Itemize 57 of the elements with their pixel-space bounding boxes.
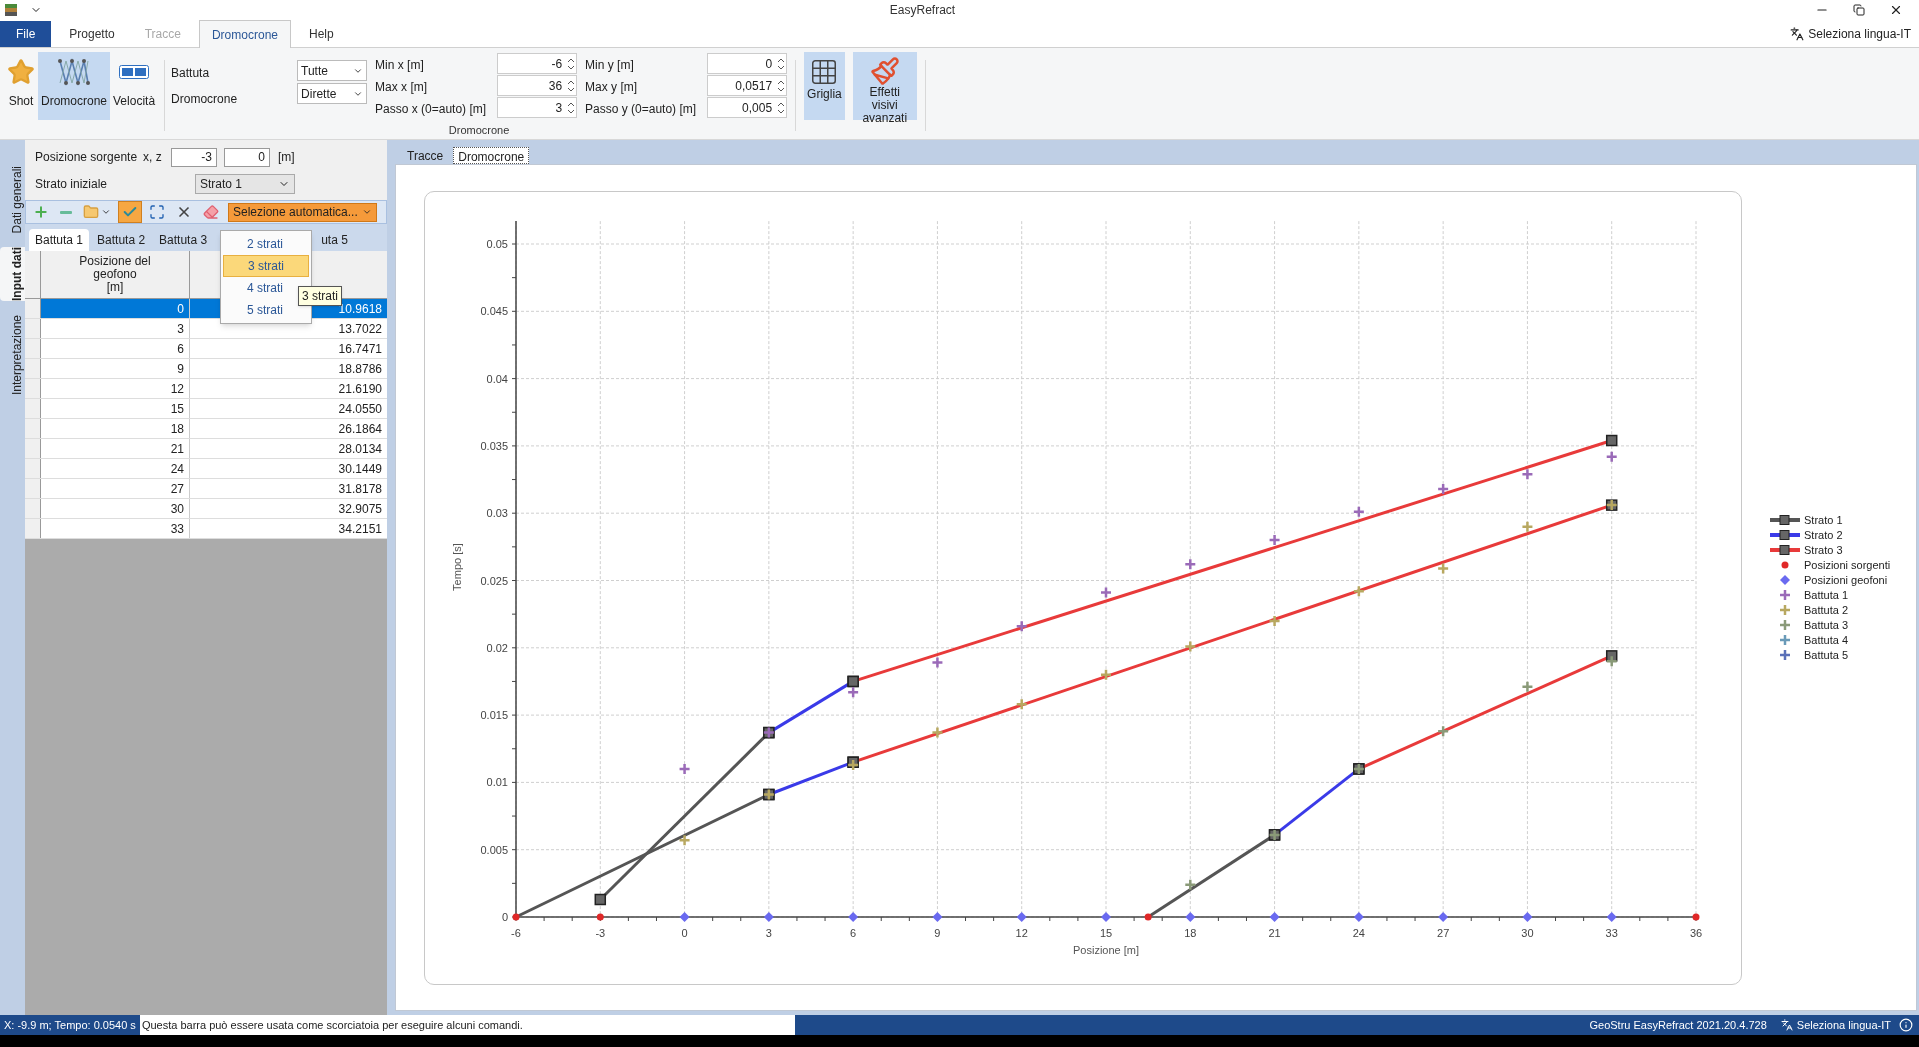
x-tick-label: -6 <box>511 926 521 939</box>
x-tick-label: 33 <box>1605 926 1618 939</box>
legend-label: Battuta 3 <box>1804 617 1849 633</box>
field-label: Max y [m] <box>585 79 639 96</box>
x-tick-label: 3 <box>765 926 772 939</box>
x-tick-label: 30 <box>1521 926 1534 939</box>
y-tick-label: 0.015 <box>480 708 508 721</box>
column-header: Posizione del geofono [m] <box>41 251 190 298</box>
field-label: Max x [m] <box>375 79 429 96</box>
legend-label: Strato 2 <box>1804 527 1843 543</box>
x-tick-label: 6 <box>850 926 857 939</box>
y-axis-title: Tempo [s] <box>451 542 463 591</box>
y-tick-label: 0.005 <box>480 843 508 856</box>
x-tick-label: 24 <box>1352 926 1365 939</box>
y-tick-label: 0.025 <box>480 574 508 586</box>
cursor-coordinates: X: -9.9 m; Tempo: 0.0540 s <box>3 1017 137 1033</box>
x-tick-label: 0 <box>681 926 688 939</box>
x-tick-label: 18 <box>1184 926 1197 939</box>
x-tick-label: 27 <box>1437 926 1450 939</box>
field-label: Battuta <box>171 65 211 82</box>
x-axis-title: Posizione [m] <box>1073 943 1139 956</box>
field-label: Strato iniziale <box>35 176 109 193</box>
x-tick-label: 15 <box>1099 926 1113 939</box>
window-title: EasyRefract <box>888 2 957 19</box>
y-tick-label: 0.045 <box>480 304 508 317</box>
y-tick-label: 0.05 <box>486 237 508 250</box>
field-label: Min y [m] <box>585 57 635 74</box>
legend-label: Strato 3 <box>1804 542 1843 558</box>
legend-label: Battuta 4 <box>1804 632 1849 648</box>
legend-label: Battuta 1 <box>1804 587 1849 603</box>
field-label: Dromocrone <box>171 91 239 108</box>
table-cell: 0 <box>41 299 190 318</box>
field-label: x, z <box>143 149 163 166</box>
group-label: Dromocrone <box>447 123 511 138</box>
unit-label: [m] <box>278 149 295 166</box>
legend-label: Battuta 5 <box>1804 647 1849 663</box>
y-tick-label: 0.03 <box>486 506 508 519</box>
x-tick-label: 9 <box>934 926 941 939</box>
y-tick-label: 0.02 <box>486 641 508 654</box>
y-tick-label: 0.04 <box>486 372 508 385</box>
x-tick-label: 36 <box>1689 926 1703 939</box>
legend-label: Posizioni sorgenti <box>1804 557 1891 573</box>
y-tick-label: 0 <box>501 910 508 923</box>
legend-label: Battuta 2 <box>1804 602 1849 618</box>
legend-label: Posizioni geofoni <box>1804 572 1888 588</box>
x-tick-label: -3 <box>595 926 606 939</box>
field-label: Passo y (0=auto) [m] <box>585 101 698 118</box>
field-label: Min x [m] <box>375 57 425 74</box>
y-tick-label: 0.035 <box>480 439 508 452</box>
legend-label: Strato 1 <box>1804 512 1843 528</box>
x-tick-label: 12 <box>1015 926 1028 939</box>
version-label: GeoStru EasyRefract 2021.20.4.728 <box>1589 1017 1767 1033</box>
field-label: Passo x (0=auto) [m] <box>375 101 488 118</box>
tooltip: 3 strati <box>298 286 342 306</box>
x-tick-label: 21 <box>1268 926 1281 939</box>
y-tick-label: 0.01 <box>486 775 508 788</box>
field-label: Posizione sorgente <box>35 149 139 166</box>
